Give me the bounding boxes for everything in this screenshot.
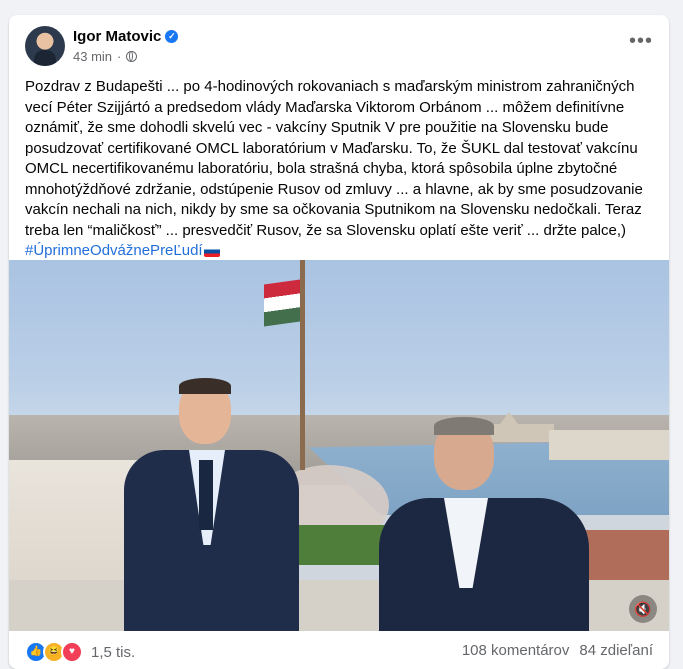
left-tie — [199, 460, 213, 530]
shares-count[interactable]: 84 zdieľaní — [579, 642, 653, 659]
engagement-stats: 108 komentárov 84 zdieľaní — [462, 642, 653, 659]
post-text: Pozdrav z Budapešti ... po 4-hodinových … — [25, 77, 655, 262]
comments-count[interactable]: 108 komentárov — [462, 642, 570, 659]
meta-separator: · — [117, 49, 122, 64]
slovak-flag-icon — [203, 245, 220, 257]
person-right — [379, 417, 589, 631]
post-video[interactable]: 🔇 — [9, 260, 669, 631]
post-footer: 👍 😆 ♥ 1,5 tis. 108 komentárov 84 zdieľan… — [9, 631, 669, 669]
hungarian-flag — [264, 279, 300, 327]
post-time[interactable]: 43 min — [73, 49, 112, 64]
left-hair — [179, 378, 231, 394]
author-avatar[interactable] — [25, 26, 65, 66]
more-options-icon[interactable]: ••• — [629, 31, 653, 51]
verified-badge-icon: ✓ — [165, 30, 179, 43]
reaction-count: 1,5 tis. — [91, 643, 136, 661]
post-card: Igor Matovic ✓ 43 min · ••• Pozdrav z Bu… — [9, 15, 669, 669]
flag-pole — [300, 260, 305, 470]
post-hashtag[interactable]: #ÚprimneOdvážnePreĽudí — [25, 242, 203, 259]
author-name[interactable]: Igor Matovic — [73, 28, 161, 45]
reactions-summary[interactable]: 👍 😆 ♥ 1,5 tis. — [25, 641, 135, 663]
love-reaction-icon: ♥ — [61, 641, 83, 663]
muted-speaker-icon[interactable]: 🔇 — [629, 595, 657, 623]
globe-icon — [126, 51, 138, 62]
post-paragraph: Pozdrav z Budapešti ... po 4-hodinových … — [25, 78, 643, 239]
post-header: Igor Matovic ✓ 43 min · ••• — [9, 15, 669, 75]
author-name-row: Igor Matovic ✓ — [73, 28, 179, 45]
right-hair — [434, 417, 494, 435]
post-meta: 43 min · — [73, 49, 138, 64]
person-left — [119, 378, 299, 631]
